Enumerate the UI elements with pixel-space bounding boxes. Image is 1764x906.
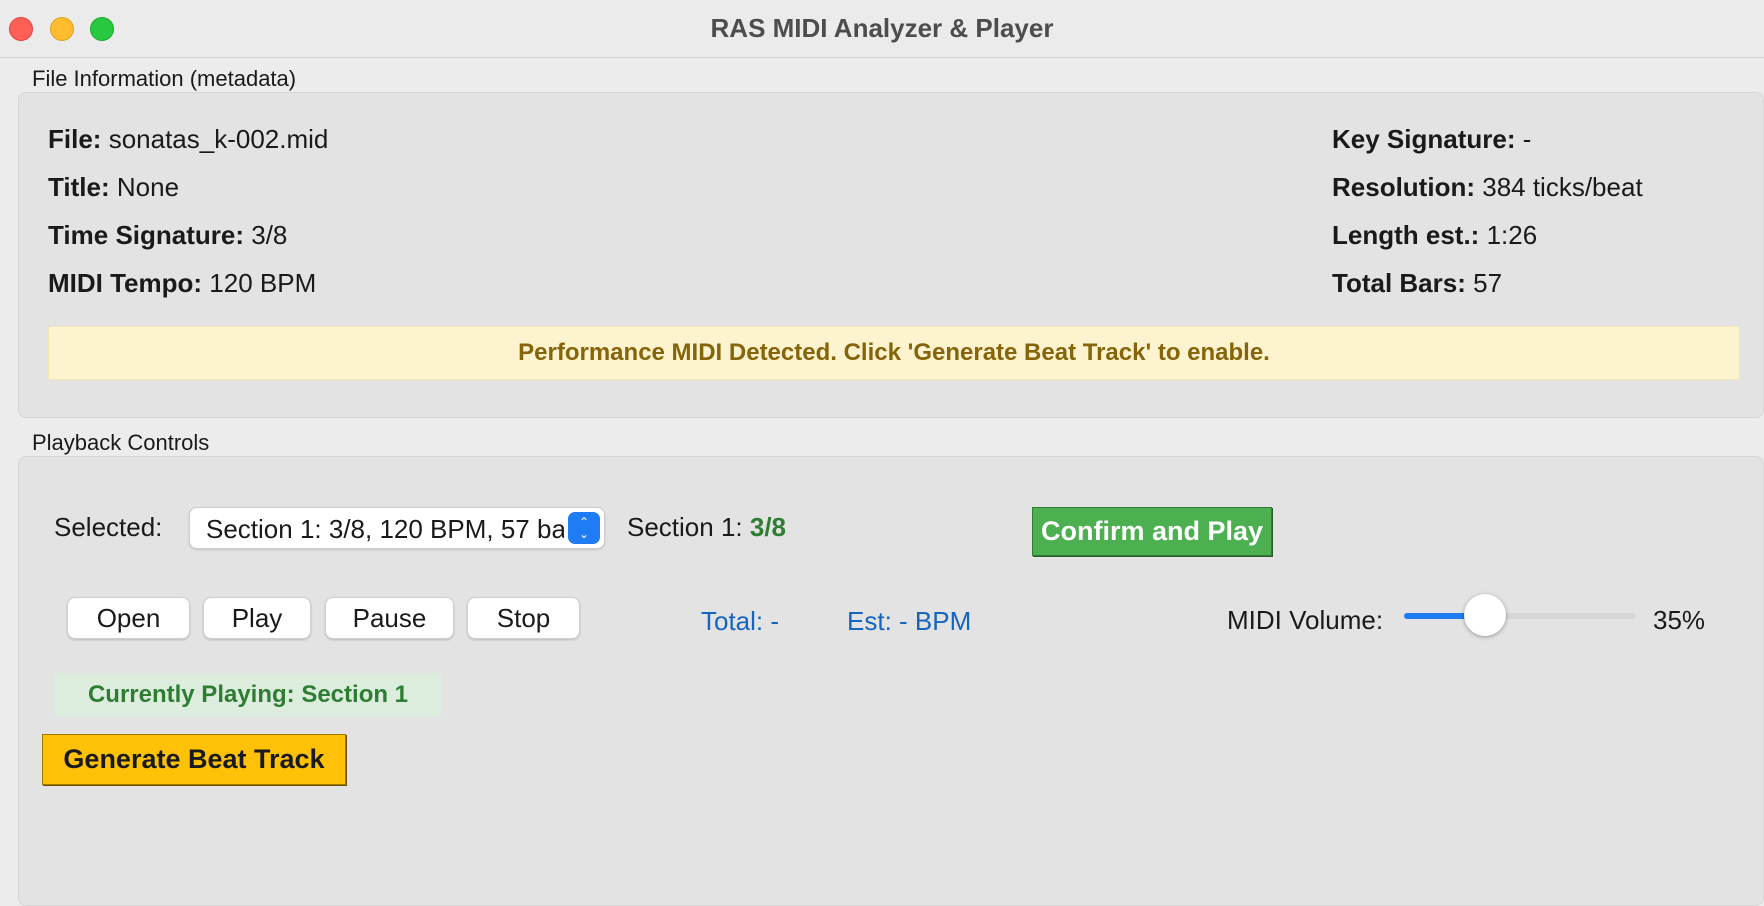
title-bar: RAS MIDI Analyzer & Player bbox=[0, 0, 1764, 58]
midi-tempo-label: MIDI Tempo: bbox=[48, 268, 203, 298]
key-signature-value: - bbox=[1522, 124, 1532, 154]
total-bars-row: Total Bars: 57 bbox=[1332, 268, 1502, 299]
pause-button[interactable]: Pause bbox=[325, 597, 454, 639]
time-signature-value: 3/8 bbox=[251, 220, 288, 250]
title-row: Title: None bbox=[48, 172, 179, 203]
play-button[interactable]: Play bbox=[203, 597, 311, 639]
window-title: RAS MIDI Analyzer & Player bbox=[710, 13, 1054, 43]
zoom-window-button[interactable] bbox=[90, 17, 114, 41]
total-bars-label: Total Bars: bbox=[1332, 268, 1466, 298]
close-window-button[interactable] bbox=[9, 17, 33, 41]
playback-group-label: Playback Controls bbox=[32, 430, 210, 455]
time-signature-row: Time Signature: 3/8 bbox=[48, 220, 287, 251]
midi-tempo-row: MIDI Tempo: 120 BPM bbox=[48, 268, 316, 299]
confirm-and-play-button[interactable]: Confirm and Play bbox=[1032, 507, 1272, 556]
time-signature-label: Time Signature: bbox=[48, 220, 245, 250]
open-button[interactable]: Open bbox=[67, 597, 190, 639]
section-info-label: Section 1: bbox=[627, 512, 743, 542]
section-info-value: 3/8 bbox=[749, 512, 787, 542]
file-name-row: File: sonatas_k-002.mid bbox=[48, 124, 328, 155]
stop-button[interactable]: Stop bbox=[467, 597, 580, 639]
resolution-value: 384 ticks/beat bbox=[1482, 172, 1643, 202]
file-name-label: File: bbox=[48, 124, 102, 154]
est-bpm-readout: Est: - BPM bbox=[847, 606, 972, 636]
file-info-group-label: File Information (metadata) bbox=[32, 66, 297, 91]
length-est-row: Length est.: 1:26 bbox=[1332, 220, 1537, 251]
chevron-up-down-icon: ⌃ ⌄ bbox=[568, 512, 600, 544]
total-readout: Total: - bbox=[701, 606, 780, 636]
resolution-label: Resolution: bbox=[1332, 172, 1475, 202]
section-select-value: Section 1: 3/8, 120 BPM, 57 ba bbox=[206, 514, 564, 544]
minimize-window-button[interactable] bbox=[50, 17, 74, 41]
section-info: Section 1: 3/8 bbox=[627, 512, 786, 543]
midi-volume-thumb[interactable] bbox=[1464, 594, 1507, 636]
key-signature-label: Key Signature: bbox=[1332, 124, 1516, 154]
midi-volume-value: 35% bbox=[1653, 605, 1706, 635]
key-signature-row: Key Signature: - bbox=[1332, 124, 1531, 155]
midi-volume-label: MIDI Volume: bbox=[1227, 605, 1384, 635]
performance-midi-banner: Performance MIDI Detected. Click 'Genera… bbox=[48, 326, 1740, 380]
file-name-value: sonatas_k-002.mid bbox=[108, 124, 329, 154]
midi-tempo-value: 120 BPM bbox=[209, 268, 317, 298]
title-value: None bbox=[116, 172, 180, 202]
generate-beat-track-button[interactable]: Generate Beat Track bbox=[42, 734, 346, 785]
length-est-label: Length est.: bbox=[1332, 220, 1480, 250]
total-bars-value: 57 bbox=[1473, 268, 1503, 298]
section-select[interactable]: Section 1: 3/8, 120 BPM, 57 ba ⌃ ⌄ bbox=[189, 507, 605, 549]
currently-playing-status: Currently Playing: Section 1 bbox=[54, 673, 442, 717]
title-label: Title: bbox=[48, 172, 110, 202]
selected-label: Selected: bbox=[54, 512, 163, 542]
midi-volume-slider[interactable] bbox=[1404, 594, 1636, 636]
resolution-row: Resolution: 384 ticks/beat bbox=[1332, 172, 1643, 203]
length-est-value: 1:26 bbox=[1486, 220, 1538, 250]
